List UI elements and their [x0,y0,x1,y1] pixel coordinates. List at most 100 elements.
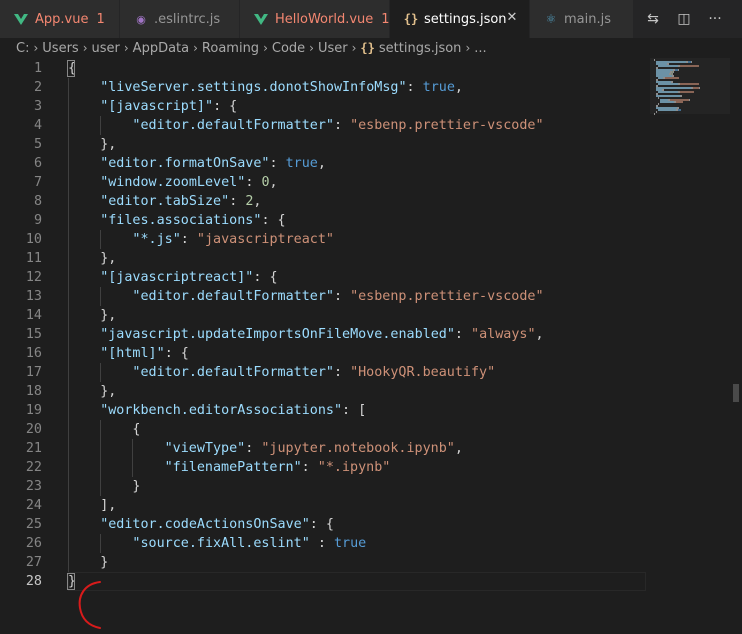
eslint-icon: ◉ [136,12,146,26]
minimap-line [676,101,683,103]
breadcrumb-item[interactable]: ... [474,41,486,56]
code-line: 21 "viewType": "jupyter.notebook.ipynb", [0,439,650,458]
line-number: 9 [33,213,42,228]
minimap-line [678,109,681,111]
code-token: }, [100,384,117,399]
line-number: 16 [25,346,42,361]
code-text: "*.js": "javascriptreact" [132,230,334,249]
code-line: 9 "files.associations": { [0,211,650,230]
breadcrumb-item[interactable]: AppData [133,41,189,56]
code-line: 17 "editor.defaultFormatter": "HookyQR.be… [0,363,650,382]
code-text: "[html]": { [100,344,189,363]
indent-guide [100,420,102,496]
line-number: 28 [25,574,42,589]
minimap-line [658,103,659,105]
minimap-line [654,113,655,115]
chevron-right-icon: › [263,41,268,55]
code-line: 10 "*.js": "javascriptreact" [0,230,650,249]
breadcrumb-item[interactable]: Roaming [202,41,259,56]
minimap-line [680,91,694,93]
tab-main-js[interactable]: ⚛ main.js [530,0,634,38]
code-text: }, [100,249,116,268]
minimap-line [678,69,679,71]
vue-icon [14,13,28,25]
line-number: 17 [25,365,42,380]
tab-settings-json[interactable]: {} settings.json ✕ [390,0,530,38]
code-token: "viewType" [164,441,246,456]
problem-count-badge: 1 [96,11,105,27]
line-number: 15 [25,327,42,342]
tab-label: .eslintrc.js [154,11,221,27]
more-actions-icon[interactable]: ··· [705,9,725,29]
json-braces-icon: {} [403,12,419,26]
vue-icon [254,13,268,25]
vertical-scrollbar[interactable] [730,58,742,632]
line-number: 10 [25,232,42,247]
code-token: "HookyQR.beautify" [350,365,496,380]
minimap-line [689,99,690,101]
minimap-line [656,95,680,97]
breadcrumb-item[interactable]: Users [42,41,78,56]
indent-guide [100,287,102,306]
code-text: "files.associations": { [100,211,285,230]
code-token: , [317,156,326,171]
code-line: 27} [0,553,650,572]
code-token: } [100,555,109,570]
code-text: } [132,477,140,496]
line-number: 24 [25,498,42,513]
code-token: "filenamePattern" [164,460,302,475]
code-token: "editor.tabSize" [100,194,230,209]
breadcrumb-item[interactable]: settings.json [379,41,462,56]
chevron-right-icon: › [82,41,88,55]
breadcrumb-item[interactable]: user [92,41,120,56]
code-token: "javascriptreact" [196,232,334,247]
code-token: "jupyter.notebook.ipynb" [261,441,455,456]
code-token: , [253,194,262,209]
indent-guide [100,116,102,135]
tab-label: App.vue [35,11,89,27]
code-token: , [454,80,463,95]
minimap[interactable] [650,58,730,632]
breadcrumb-item[interactable]: User [318,41,348,56]
code-token: : [406,80,423,95]
code-token: "editor.defaultFormatter" [132,365,334,380]
close-icon[interactable]: ✕ [505,11,519,25]
code-token: 0 [261,175,270,190]
code-token: : [269,156,286,171]
code-token: : { [213,99,238,114]
line-number: 26 [25,536,42,551]
code-text: "source.fixAll.eslint" : true [132,534,366,553]
code-line: 5}, [0,135,650,154]
code-token: "*.ipynb" [317,460,391,475]
code-token: : { [164,346,189,361]
code-text: }, [100,382,116,401]
code-token: : { [253,270,278,285]
tab-app-vue[interactable]: App.vue 1 [0,0,120,38]
minimap-line [680,95,682,97]
tab-eslintrc[interactable]: ◉ .eslintrc.js [120,0,240,38]
breadcrumb-item[interactable]: Code [272,41,305,56]
code-token: : [301,460,318,475]
indent-guide [132,439,134,477]
compare-icon[interactable]: ⇆ [643,9,663,29]
code-token: "esbenp.prettier-vscode" [350,118,544,133]
code-editor[interactable]: 1{2 "liveServer.settings.donotShowInfoMsg… [0,58,742,632]
code-text: "filenamePattern": "*.ipynb" [165,458,391,477]
code-line: 16 "[html]": { [0,344,650,363]
code-text: "[javascriptreact]": { [100,268,277,287]
code-text: "editor.defaultFormatter": "esbenp.prett… [132,116,543,135]
code-text: }, [100,135,116,154]
code-line: 22 "filenamePattern": "*.ipynb" [0,458,650,477]
breadcrumb-item[interactable]: C: [16,41,29,56]
chevron-right-icon: › [351,41,357,55]
split-editor-icon[interactable]: ◫ [674,9,694,29]
code-token: "editor.formatOnSave" [100,156,270,171]
tab-helloworld-vue[interactable]: HelloWorld.vue 1 [240,0,390,38]
code-token: : [454,327,472,342]
code-text: "javascript.updateImportsOnFileMove.enab… [100,325,543,344]
code-token: "[javascriptreact]" [100,270,254,285]
code-line: 11}, [0,249,650,268]
minimap-line [680,83,699,85]
problem-count-badge: 1 [381,11,390,27]
react-icon: ⚛ [545,12,557,26]
